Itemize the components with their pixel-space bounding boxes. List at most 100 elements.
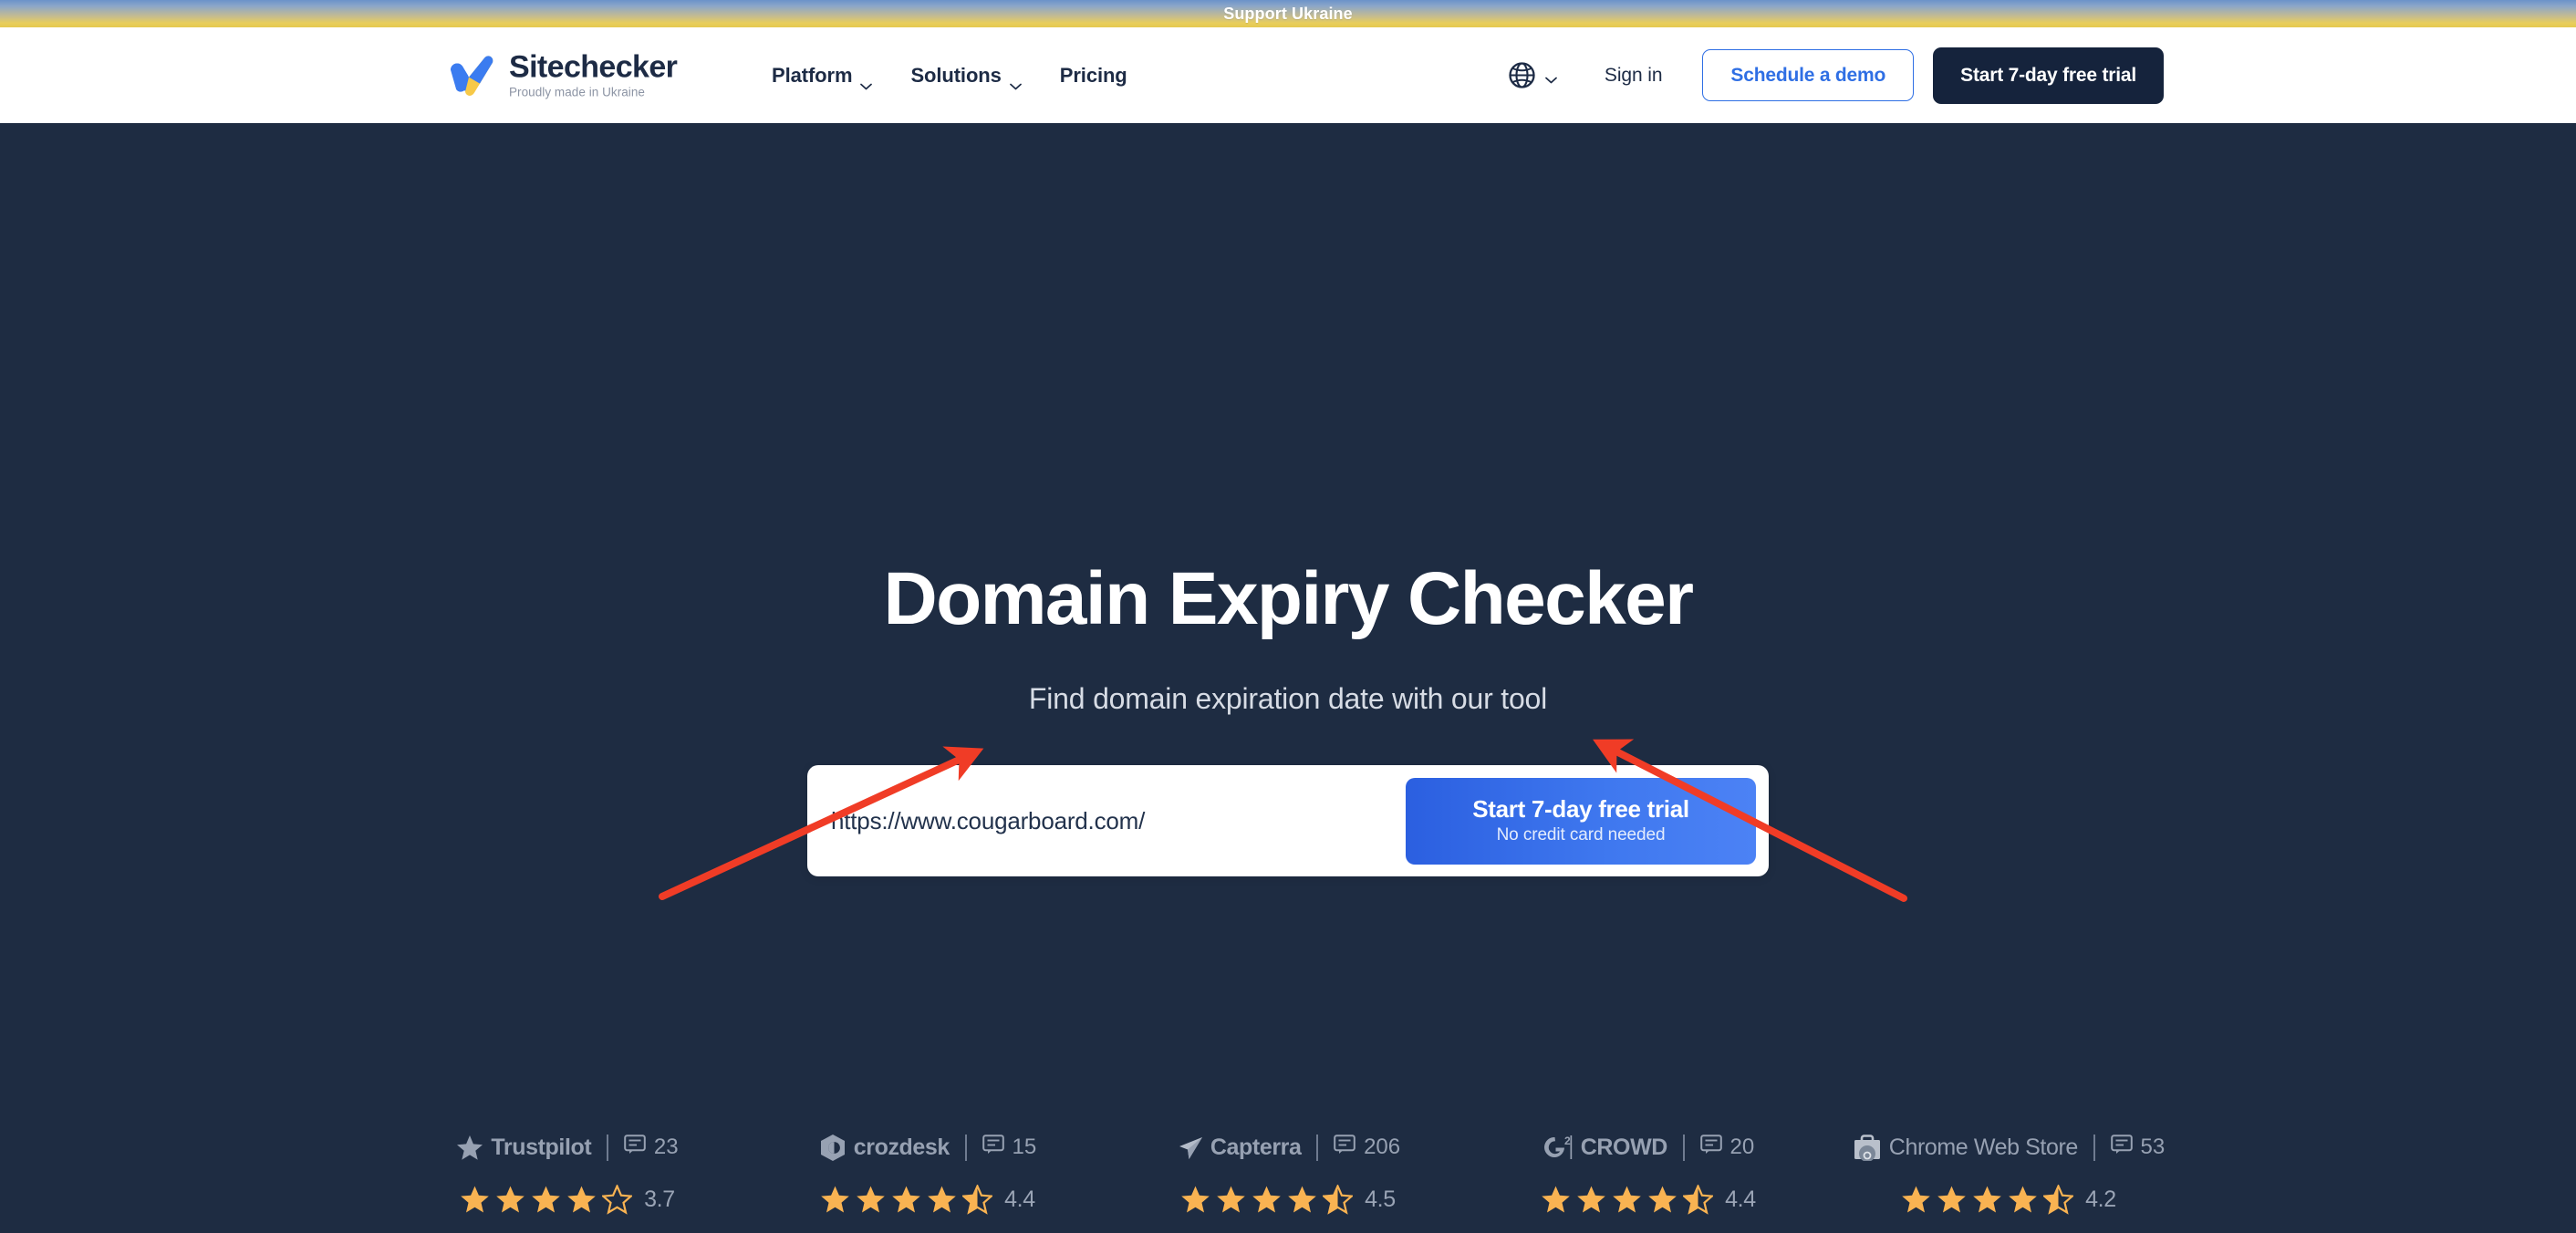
nav-item-platform-label: Platform (772, 63, 853, 87)
crozdesk-review-count-value: 15 (1012, 1135, 1037, 1159)
chevron-down-icon (1545, 72, 1557, 83)
trustpilot-stars: 3.7 (460, 1183, 675, 1215)
comment-icon (1699, 1134, 1722, 1161)
logo-name: Sitechecker (509, 49, 678, 85)
language-selector[interactable] (1508, 61, 1557, 89)
header-start-trial-button[interactable]: Start 7-day free trial (1933, 47, 2164, 104)
g2crowd-review-count-value: 20 (1729, 1135, 1755, 1159)
g2crowd-brand: 2 CROWD (1542, 1134, 1667, 1161)
star-half-icon (961, 1183, 994, 1215)
crozdesk-brand: crozdesk (819, 1134, 950, 1162)
divider (1316, 1134, 1319, 1161)
capterra-review-count-value: 206 (1364, 1135, 1401, 1159)
star-full-icon (1576, 1185, 1606, 1215)
g2crowd-score: 4.4 (1725, 1186, 1756, 1212)
crozdesk-score: 4.4 (1004, 1186, 1035, 1212)
chrome-web-store-brand: Chrome Web Store (1853, 1134, 2078, 1161)
trustpilot-brand-label: Trustpilot (491, 1134, 592, 1160)
divider (2093, 1134, 2095, 1161)
header-actions: Sign in Schedule a demo Start 7-day free… (1508, 47, 2164, 104)
chrome-web-store-score: 4.2 (2085, 1186, 2116, 1212)
url-input[interactable] (831, 765, 1406, 876)
g2crowd-review-count: 20 (1699, 1134, 1755, 1161)
star-full-icon (1216, 1185, 1246, 1215)
star-half-icon (1321, 1183, 1355, 1215)
capterra-review-count: 206 (1334, 1134, 1401, 1161)
sitechecker-checkmark-logo-icon (447, 52, 496, 98)
page-title: Domain Expiry Checker (883, 557, 1695, 640)
star-full-icon (820, 1185, 850, 1215)
sign-in-link[interactable]: Sign in (1605, 65, 1663, 87)
g2crowd-stars: 4.4 (1541, 1183, 1756, 1215)
nav-item-solutions[interactable]: Solutions (910, 63, 1022, 89)
nav-item-platform[interactable]: Platform (772, 63, 873, 89)
trustpilot-review-count: 23 (624, 1134, 679, 1161)
page-root: Support Ukraine Sitechecker Proudly made… (0, 0, 2576, 1233)
review-badge-trustpilot[interactable]: Trustpilot 23 3.7 (421, 1128, 713, 1215)
g2crowd-brand-label: CROWD (1580, 1134, 1668, 1160)
g2-crowd-icon: 2 (1542, 1134, 1574, 1161)
star-full-icon (1252, 1185, 1282, 1215)
review-badge-header: 2 CROWD 20 (1542, 1128, 1755, 1166)
capterra-score: 4.5 (1365, 1186, 1396, 1212)
review-badges: Trustpilot 23 3.7 crozdesk 15 4.4 Capter… (0, 1128, 2576, 1215)
hero-start-trial-button[interactable]: Start 7-day free trial No credit card ne… (1406, 777, 1756, 865)
star-full-icon (531, 1185, 561, 1215)
star-full-icon (1647, 1185, 1678, 1215)
site-header: Sitechecker Proudly made in Ukraine Plat… (0, 27, 2576, 123)
comment-icon (2110, 1134, 2133, 1161)
star-half-icon (1681, 1183, 1715, 1215)
capterra-arrow-icon (1176, 1134, 1203, 1161)
capterra-brand: Capterra (1176, 1134, 1302, 1161)
logo-link[interactable]: Sitechecker Proudly made in Ukraine (447, 49, 678, 99)
chevron-down-icon (860, 72, 873, 89)
schedule-demo-button[interactable]: Schedule a demo (1702, 49, 1915, 101)
hero-start-trial-label: Start 7-day free trial (1472, 795, 1689, 824)
comment-icon (624, 1134, 646, 1161)
star-full-icon (1287, 1185, 1317, 1215)
review-badge-g2crowd[interactable]: 2 CROWD 20 4.4 (1502, 1128, 1794, 1215)
chrome-web-store-review-count-value: 53 (2140, 1135, 2166, 1159)
nav-item-solutions-label: Solutions (910, 63, 1002, 87)
star-full-icon (1901, 1185, 1931, 1215)
crozdesk-stars: 4.4 (820, 1183, 1035, 1215)
star-full-icon (1541, 1185, 1571, 1215)
support-ukraine-label: Support Ukraine (1223, 4, 1353, 23)
star-empty-icon (600, 1183, 634, 1215)
review-badge-header: Capterra 206 (1176, 1128, 1400, 1166)
star-full-icon (1612, 1185, 1642, 1215)
hero-start-trial-subtext: No credit card needed (1496, 824, 1666, 844)
star-full-icon (1180, 1185, 1210, 1215)
support-ukraine-banner[interactable]: Support Ukraine (0, 0, 2576, 27)
capterra-stars: 4.5 (1180, 1183, 1396, 1215)
review-badge-chrome-web-store[interactable]: Chrome Web Store 53 4.2 (1854, 1128, 2165, 1215)
chrome-web-store-icon (1853, 1134, 1882, 1161)
review-badge-capterra[interactable]: Capterra 206 4.5 (1142, 1128, 1434, 1215)
divider (607, 1134, 608, 1161)
review-badge-header: Chrome Web Store 53 (1853, 1128, 2165, 1166)
crozdesk-review-count: 15 (982, 1134, 1037, 1161)
star-full-icon (927, 1185, 957, 1215)
review-badge-crozdesk[interactable]: crozdesk 15 4.4 (782, 1128, 1074, 1215)
star-full-icon (1937, 1185, 1967, 1215)
star-full-icon (891, 1185, 921, 1215)
comment-icon (982, 1134, 1004, 1161)
chrome-web-store-stars: 4.2 (1901, 1183, 2116, 1215)
review-badge-header: crozdesk 15 (819, 1128, 1036, 1166)
divider (1682, 1134, 1685, 1161)
chevron-down-icon (1009, 72, 1022, 89)
page-subtitle: Find domain expiration date with our too… (1028, 682, 1548, 715)
hero-section: Domain Expiry Checker Find domain expira… (0, 123, 2576, 1233)
nav-item-pricing[interactable]: Pricing (1060, 64, 1127, 88)
capterra-brand-label: Capterra (1210, 1134, 1302, 1160)
star-full-icon (566, 1185, 597, 1215)
annotation-arrows-overlay (659, 739, 1907, 902)
star-full-icon (460, 1185, 490, 1215)
main-navigation: Platform Solutions Pricing (772, 63, 1127, 89)
trustpilot-review-count-value: 23 (653, 1135, 679, 1159)
crozdesk-brand-label: crozdesk (853, 1134, 950, 1160)
nav-item-pricing-label: Pricing (1059, 63, 1127, 87)
comment-icon (1334, 1134, 1356, 1161)
chrome-web-store-review-count: 53 (2110, 1134, 2166, 1161)
review-badge-header: Trustpilot 23 (456, 1128, 679, 1166)
